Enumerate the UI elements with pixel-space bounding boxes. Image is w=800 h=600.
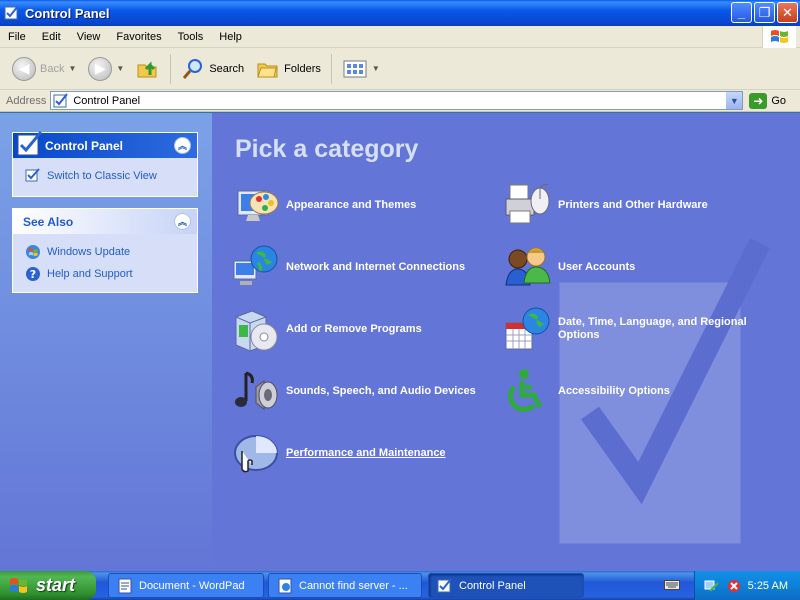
control-panel-icon	[437, 577, 452, 592]
category-accessibility-options[interactable]: Accessibility Options	[504, 367, 670, 415]
minimize-icon: _	[737, 5, 746, 20]
chevron-down-icon: ▼	[116, 64, 125, 73]
maximize-button[interactable]: ❐	[754, 2, 775, 23]
control-panel-icon	[53, 92, 69, 107]
task-pane: Control Panel ︽ Switch to Classic View S…	[0, 113, 212, 571]
back-label: Back	[40, 62, 65, 75]
menu-favorites[interactable]: Favorites	[108, 31, 169, 43]
back-button[interactable]: ◀ Back ▼	[6, 51, 82, 87]
category-appearance-themes[interactable]: Appearance and Themes	[232, 181, 416, 229]
back-arrow-icon: ◀	[12, 56, 36, 81]
performance-maintenance-icon	[234, 435, 278, 473]
help-icon: ?	[26, 267, 40, 281]
up-folder-button[interactable]	[130, 51, 166, 87]
category-add-remove-programs[interactable]: Add or Remove Programs	[232, 305, 422, 353]
system-tray: 5:25 AM	[694, 571, 800, 600]
menu-bar: File Edit View Favorites Tools Help	[0, 26, 800, 48]
category-performance-maintenance[interactable]: Performance and Maintenance	[232, 429, 446, 477]
chevron-down-icon: ▼	[371, 64, 380, 73]
menu-file[interactable]: File	[0, 31, 34, 43]
minimize-button[interactable]: _	[731, 2, 752, 23]
network-internet-icon	[233, 245, 278, 285]
address-dropdown-button[interactable]: ▼	[725, 92, 743, 109]
window-title: Control Panel	[25, 5, 110, 21]
views-button[interactable]: ▼	[336, 51, 386, 87]
category-user-accounts[interactable]: User Accounts	[504, 243, 635, 291]
go-label: Go	[771, 94, 787, 107]
folders-button[interactable]: Folders	[250, 51, 327, 87]
chevron-down-icon: ▼	[729, 95, 739, 106]
close-button[interactable]: ✕	[777, 2, 798, 23]
sounds-audio-icon	[235, 371, 278, 410]
search-label: Search	[209, 62, 245, 75]
see-also-taskbox: See Also ︽ Windows Update ? Help and Sup…	[12, 208, 198, 293]
forward-arrow-icon: ▶	[88, 56, 113, 81]
views-icon	[343, 60, 367, 77]
windows-flag-icon	[770, 30, 788, 43]
user-accounts-icon	[505, 247, 551, 286]
collapse-icon[interactable]: ︽	[174, 137, 191, 154]
taskbar-item-browser[interactable]: Cannot find server - ...	[268, 573, 422, 598]
clock: 5:25 AM	[747, 579, 788, 592]
category-date-time-language-regional[interactable]: Date, Time, Language, and Regional Optio…	[504, 305, 768, 353]
go-button[interactable]: ➜ Go	[749, 92, 787, 109]
windows-logo	[762, 26, 796, 48]
control-panel-icon	[4, 5, 19, 20]
switch-classic-view-link[interactable]: Switch to Classic View	[25, 168, 187, 184]
taskbox-header[interactable]: See Also ︽	[13, 209, 197, 234]
address-value: Control Panel	[73, 94, 141, 107]
category-view: Pick a category Appearance and Themes Ne…	[212, 113, 800, 571]
page-title: Pick a category	[235, 135, 419, 163]
menu-edit[interactable]: Edit	[34, 31, 69, 43]
title-bar: Control Panel _ ❐ ✕	[0, 0, 800, 26]
up-folder-icon	[137, 60, 157, 77]
network-status-icon[interactable]	[704, 578, 720, 594]
printers-hardware-icon	[505, 183, 550, 224]
collapse-icon[interactable]: ︽	[174, 213, 191, 230]
folders-label: Folders	[284, 62, 321, 75]
windows-update-icon	[26, 245, 40, 259]
forward-button[interactable]: ▶ ▼	[82, 51, 130, 87]
start-label: start	[36, 575, 76, 595]
taskbar-item-control-panel[interactable]: Control Panel	[428, 573, 584, 598]
control-panel-taskbox: Control Panel ︽ Switch to Classic View	[12, 131, 198, 197]
start-button[interactable]: start	[0, 571, 96, 600]
taskbar: start Document - WordPad Cannot find ser…	[0, 571, 800, 600]
search-icon	[183, 58, 203, 79]
help-and-support-link[interactable]: ? Help and Support	[25, 266, 187, 282]
keyboard-icon[interactable]	[664, 578, 680, 592]
accessibility-icon	[508, 369, 543, 412]
category-printers-hardware[interactable]: Printers and Other Hardware	[504, 181, 708, 229]
address-bar: Address Control Panel ▼ ➜ Go	[0, 90, 800, 112]
address-label: Address	[6, 94, 47, 107]
taskbar-item-wordpad[interactable]: Document - WordPad	[108, 573, 264, 598]
security-alert-icon[interactable]	[726, 578, 742, 594]
close-icon: ✕	[782, 4, 793, 20]
windows-flag-icon	[10, 577, 27, 593]
date-time-regional-icon	[505, 307, 550, 350]
control-panel-icon	[25, 168, 40, 182]
windows-update-link[interactable]: Windows Update	[25, 244, 187, 260]
chevron-down-icon: ▼	[68, 64, 77, 73]
folders-icon	[257, 63, 278, 77]
category-network-internet[interactable]: Network and Internet Connections	[232, 243, 465, 291]
restore-icon: ❐	[758, 4, 771, 20]
go-arrow-icon: ➜	[749, 92, 768, 109]
document-error-icon	[278, 578, 292, 593]
search-button[interactable]: Search	[175, 51, 250, 87]
svg-text:?: ?	[30, 268, 36, 281]
taskbox-title: See Also	[23, 214, 74, 229]
toolbar: ◀ Back ▼ ▶ ▼ Search Folders ▼	[0, 48, 800, 90]
address-input[interactable]: Control Panel ▼	[50, 91, 744, 110]
appearance-themes-icon	[237, 190, 279, 221]
control-panel-icon	[17, 131, 43, 156]
wordpad-icon	[118, 578, 132, 593]
menu-view[interactable]: View	[69, 31, 109, 43]
taskbox-title: Control Panel	[45, 138, 124, 153]
category-sounds-speech-audio[interactable]: Sounds, Speech, and Audio Devices	[232, 367, 476, 415]
menu-tools[interactable]: Tools	[170, 31, 212, 43]
menu-help[interactable]: Help	[211, 31, 250, 43]
add-remove-programs-icon	[235, 310, 278, 352]
